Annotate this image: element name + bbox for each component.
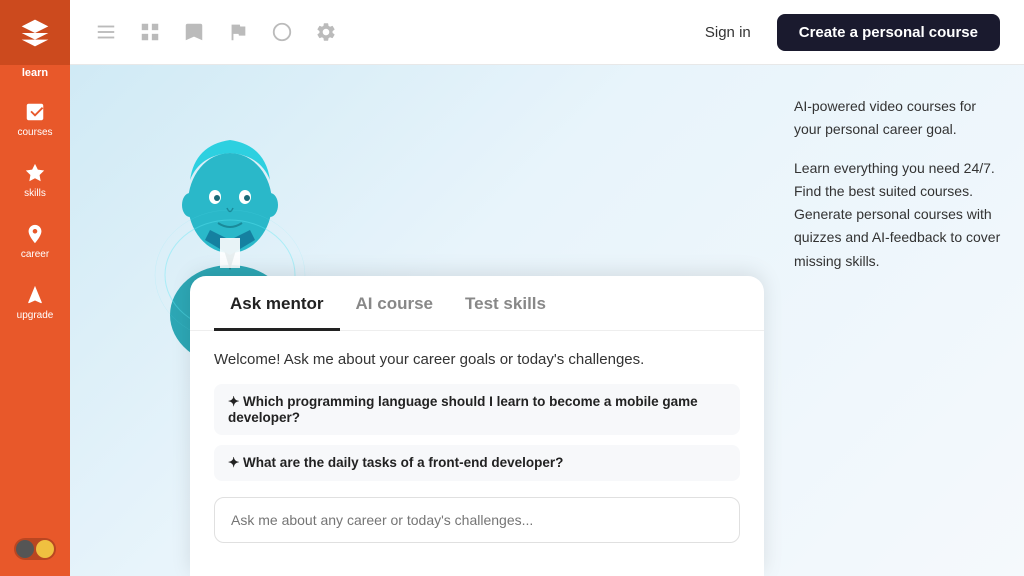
body-area: Ask mentor AI course Test skills Welcome… xyxy=(70,65,1024,576)
grid-icon[interactable] xyxy=(138,20,162,44)
sidebar-item-career[interactable]: career xyxy=(0,211,70,272)
sidebar-item-skills[interactable]: skills xyxy=(0,150,70,211)
theme-toggle[interactable] xyxy=(14,538,56,560)
right-panel: AI-powered video courses for your person… xyxy=(784,65,1024,576)
logo-label: learn xyxy=(22,67,48,79)
tab-ask-mentor[interactable]: Ask mentor xyxy=(214,276,340,331)
chat-input-area xyxy=(214,497,740,543)
right-panel-text-2: Learn everything you need 24/7. Find the… xyxy=(794,157,1004,272)
right-panel-content: AI-powered video courses for your person… xyxy=(794,95,1004,273)
skills-label: skills xyxy=(24,188,46,199)
create-course-button[interactable]: Create a personal course xyxy=(777,14,1000,51)
courses-label: courses xyxy=(17,127,52,138)
chat-tabs: Ask mentor AI course Test skills xyxy=(190,276,764,331)
sidebar-item-courses[interactable]: courses xyxy=(0,89,70,150)
right-panel-text-1: AI-powered video courses for your person… xyxy=(794,95,1004,141)
sidebar-item-upgrade[interactable]: upgrade xyxy=(0,272,70,333)
menu-icon[interactable] xyxy=(94,20,118,44)
tab-ai-course[interactable]: AI course xyxy=(340,276,449,331)
career-label: career xyxy=(21,249,49,260)
top-navigation: Sign in Create a personal course xyxy=(70,0,1024,65)
suggestion-item-2[interactable]: ✦ What are the daily tasks of a front-en… xyxy=(214,445,740,481)
welcome-text: Welcome! Ask me about your career goals … xyxy=(214,351,740,368)
circle-icon[interactable] xyxy=(270,20,294,44)
sign-in-button[interactable]: Sign in xyxy=(693,16,763,49)
skills-icon xyxy=(24,162,46,184)
gear-icon[interactable] xyxy=(314,20,338,44)
career-icon xyxy=(24,223,46,245)
learn-logo-icon xyxy=(19,17,51,49)
chat-input[interactable] xyxy=(214,497,740,543)
topnav-icons xyxy=(94,20,338,44)
toggle-on-indicator xyxy=(36,540,54,558)
sidebar: learn courses skills career xyxy=(0,0,70,576)
left-panel: Ask mentor AI course Test skills Welcome… xyxy=(70,65,784,576)
courses-icon xyxy=(24,101,46,123)
topnav-actions: Sign in Create a personal course xyxy=(693,14,1000,51)
upgrade-label: upgrade xyxy=(17,310,54,321)
bookmark-icon[interactable] xyxy=(182,20,206,44)
toggle-off-indicator xyxy=(16,540,34,558)
logo-button[interactable] xyxy=(0,0,70,65)
suggestion-item-1[interactable]: ✦ Which programming language should I le… xyxy=(214,384,740,435)
tab-test-skills[interactable]: Test skills xyxy=(449,276,562,331)
flag-icon[interactable] xyxy=(226,20,250,44)
main-content: Sign in Create a personal course xyxy=(70,0,1024,576)
chat-widget: Ask mentor AI course Test skills Welcome… xyxy=(190,276,764,576)
chat-body: Welcome! Ask me about your career goals … xyxy=(190,331,764,563)
sidebar-bottom xyxy=(0,538,70,576)
upgrade-icon xyxy=(24,284,46,306)
sidebar-nav: courses skills career upgrade xyxy=(0,89,70,538)
